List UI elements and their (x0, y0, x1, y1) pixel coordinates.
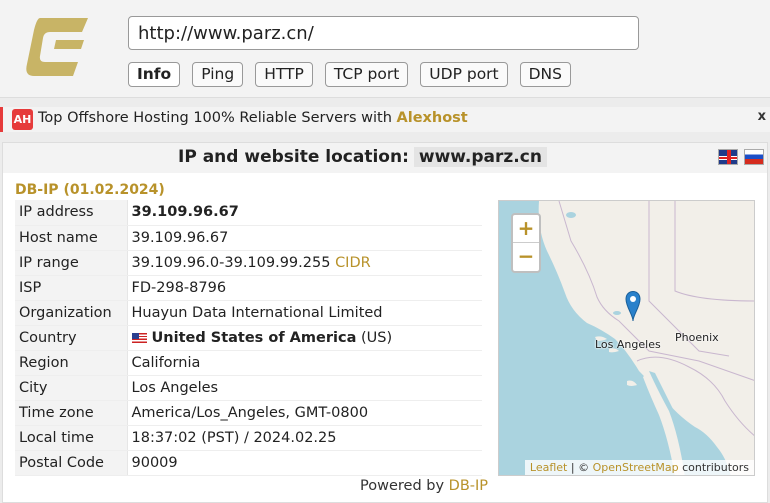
tool-tabs: Info Ping HTTP TCP port UDP port DNS (128, 62, 583, 87)
ad-brand[interactable]: Alexhost (397, 110, 468, 126)
english-flag-icon[interactable] (718, 149, 738, 165)
header: Info Ping HTTP TCP port UDP port DNS (0, 0, 770, 98)
zoom-in-button[interactable]: + (513, 215, 539, 243)
zoom-control: + − (511, 213, 541, 273)
site-logo[interactable] (26, 18, 88, 76)
openstreetmap-link[interactable]: OpenStreetMap (593, 461, 679, 474)
row-label: Postal Code (15, 450, 128, 476)
zoom-out-button[interactable]: − (513, 243, 539, 271)
row-label: ISP (15, 275, 128, 301)
table-row: ISP FD-298-8796 (15, 275, 482, 301)
table-row: City Los Angeles (15, 375, 482, 401)
table-row: Host name 39.109.96.67 (15, 225, 482, 251)
tab-dns[interactable]: DNS (519, 62, 571, 87)
location-panel: IP and website location: www.parz.cn DB-I… (2, 142, 768, 503)
table-row: IP range 39.109.96.0-39.109.99.255 CIDR (15, 250, 482, 276)
table-row: Organization Huayun Data International Li… (15, 300, 482, 326)
db-ip-link[interactable]: DB-IP (449, 478, 488, 494)
ad-close-button[interactable]: x (758, 109, 766, 124)
row-label: Host name (15, 225, 128, 251)
postal-code-value: 90009 (127, 450, 482, 476)
tab-udp-port[interactable]: UDP port (420, 62, 508, 87)
city-value: Los Angeles (127, 375, 482, 401)
attribution-separator: | © (567, 461, 593, 474)
map-label-los-angeles: Los Angeles (595, 338, 661, 351)
table-row: Region California (15, 350, 482, 376)
title-domain: www.parz.cn (413, 147, 547, 167)
row-label: IP address (15, 200, 128, 226)
location-map[interactable]: Los Angeles Phoenix + − Leaflet | © Open… (498, 200, 755, 476)
ip-info-table: IP address 39.109.96.67 Host name 39.109.9… (15, 200, 482, 476)
russian-flag-icon[interactable] (744, 149, 764, 165)
ip-range-value: 39.109.96.0-39.109.99.255 (131, 254, 331, 271)
row-label: City (15, 375, 128, 401)
region-value: California (127, 350, 482, 376)
isp-value: FD-298-8796 (127, 275, 482, 301)
alexhost-logo-icon: AH (12, 109, 33, 130)
local-time-value: 18:37:02 (PST) / 2024.02.25 (127, 425, 482, 451)
powered-by: Powered by DB-IP (360, 478, 488, 494)
title-bar: IP and website location: www.parz.cn (3, 143, 767, 173)
us-flag-icon (131, 332, 147, 343)
data-source-label: DB-IP (01.02.2024) (15, 182, 165, 198)
attribution-tail: contributors (678, 461, 749, 474)
cidr-link[interactable]: CIDR (335, 255, 371, 271)
row-label: Region (15, 350, 128, 376)
tab-info[interactable]: Info (128, 62, 181, 87)
country-value: United States of America (151, 329, 357, 346)
row-label: Country (15, 325, 128, 351)
url-input[interactable] (128, 16, 639, 50)
tab-tcp-port[interactable]: TCP port (324, 62, 409, 87)
host-name-value: 39.109.96.67 (127, 225, 482, 251)
row-label: Organization (15, 300, 128, 326)
organization-value: Huayun Data International Limited (127, 300, 482, 326)
title-text: IP and website location: (178, 147, 409, 167)
table-row: Local time 18:37:02 (PST) / 2024.02.25 (15, 425, 482, 451)
country-cell: United States of America (US) (127, 325, 482, 351)
ip-range-cell: 39.109.96.0-39.109.99.255 CIDR (127, 250, 482, 276)
row-label: IP range (15, 250, 128, 276)
country-code: (US) (360, 329, 393, 346)
tab-http[interactable]: HTTP (255, 62, 313, 87)
page-title: IP and website location: www.parz.cn (178, 147, 547, 167)
ad-text[interactable]: Top Offshore Hosting 100% Reliable Serve… (38, 110, 468, 126)
tab-ping[interactable]: Ping (192, 62, 244, 87)
map-attribution: Leaflet | © OpenStreetMap contributors (524, 460, 754, 475)
ip-address-value: 39.109.96.67 (127, 200, 482, 226)
map-label-phoenix: Phoenix (675, 331, 719, 344)
powered-text: Powered by (360, 478, 449, 494)
ad-message: Top Offshore Hosting 100% Reliable Serve… (38, 110, 397, 126)
table-row: Postal Code 90009 (15, 450, 482, 476)
table-row: Country United States of America (US) (15, 325, 482, 351)
table-row: Time zone America/Los_Angeles, GMT-0800 (15, 400, 482, 426)
leaflet-link[interactable]: Leaflet (530, 461, 567, 474)
table-row: IP address 39.109.96.67 (15, 200, 482, 226)
row-label: Local time (15, 425, 128, 451)
time-zone-value: America/Los_Angeles, GMT-0800 (127, 400, 482, 426)
ad-banner[interactable]: AH Top Offshore Hosting 100% Reliable Se… (0, 107, 770, 132)
row-label: Time zone (15, 400, 128, 426)
